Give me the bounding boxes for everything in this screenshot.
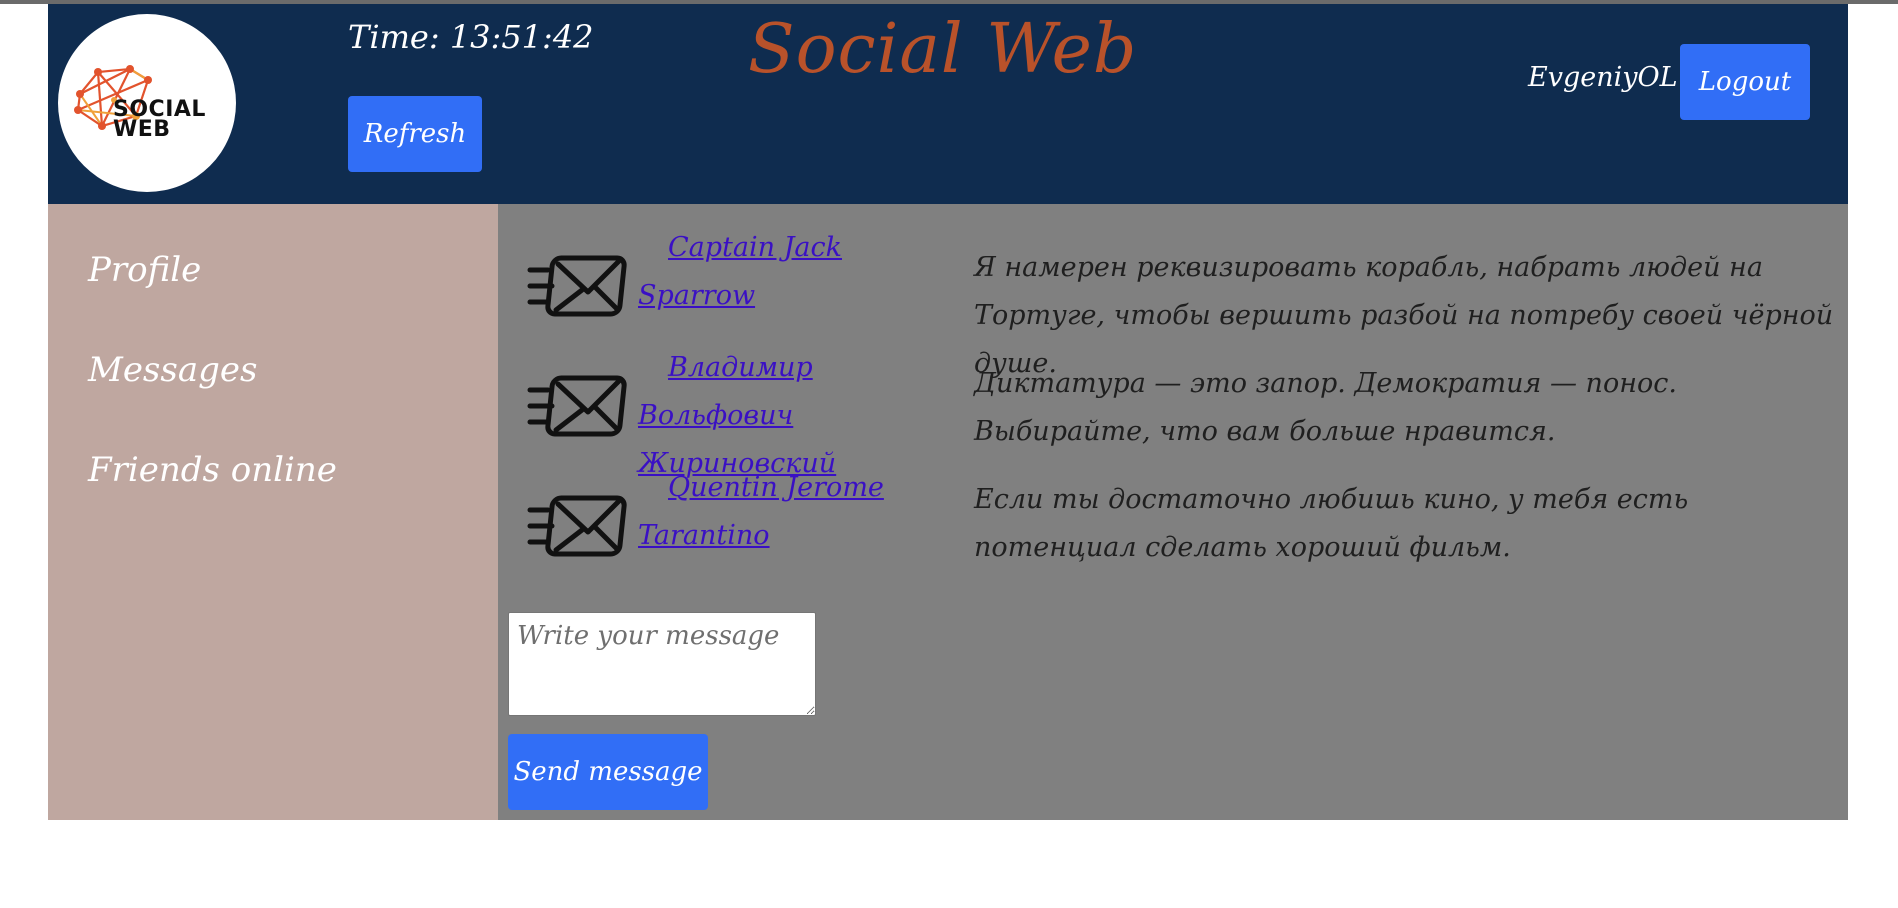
message-sender-link[interactable]: Captain Jack Sparrow bbox=[638, 224, 938, 320]
sidebar-item-profile[interactable]: Profile bbox=[88, 250, 201, 290]
site-logo[interactable]: SOCIAL WEB bbox=[58, 14, 236, 192]
header: SOCIAL WEB Time: 13:51:42 Refresh Social… bbox=[48, 4, 1848, 204]
envelope-icon bbox=[527, 375, 627, 437]
message-text: Если ты достаточно любишь кино, у тебя е… bbox=[974, 484, 1689, 563]
clock-display: Time: 13:51:42 bbox=[348, 18, 594, 56]
current-username: EvgeniyOL - bbox=[1528, 62, 1696, 93]
message-text: Диктатура — это запор. Демократия — поно… bbox=[974, 368, 1677, 447]
sidebar-item-messages[interactable]: Messages bbox=[88, 350, 257, 390]
logo-text: SOCIAL WEB bbox=[113, 97, 206, 142]
sidebar-item-friends-online[interactable]: Friends online bbox=[88, 450, 337, 490]
message-sender-link[interactable]: Quentin Jerome Tarantino bbox=[638, 464, 938, 560]
sidebar: Profile Messages Friends online bbox=[48, 204, 498, 820]
logout-button[interactable]: Logout bbox=[1680, 44, 1810, 120]
send-message-button[interactable]: Send message bbox=[508, 734, 708, 810]
messages-panel: Captain Jack Sparrow Я намерен реквизиро… bbox=[498, 204, 1848, 820]
envelope-icon bbox=[527, 255, 627, 317]
envelope-icon bbox=[527, 495, 627, 557]
message-input[interactable] bbox=[508, 612, 816, 716]
site-title: Social Web bbox=[748, 10, 1138, 89]
refresh-button[interactable]: Refresh bbox=[348, 96, 482, 172]
